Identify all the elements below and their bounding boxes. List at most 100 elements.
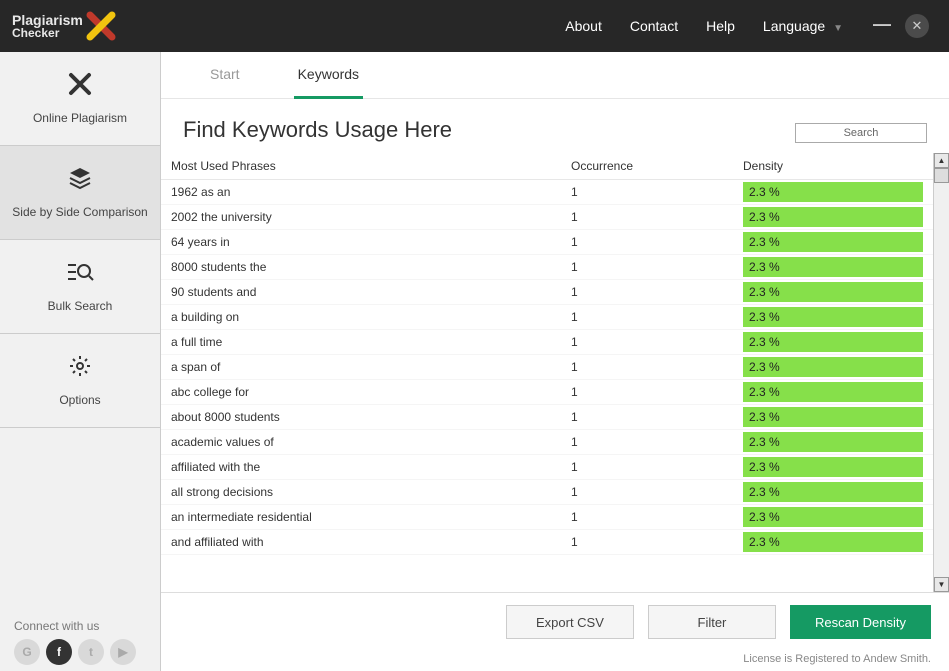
export-csv-button[interactable]: Export CSV [506,605,634,639]
connect-block: Connect with us G f t ▶ [0,611,160,671]
sidebar: Online Plagiarism Side by Side Compariso… [0,52,161,671]
cell-density: 2.3 % [743,357,923,377]
rescan-density-button[interactable]: Rescan Density [790,605,931,639]
table-row[interactable]: all strong decisions12.3 % [161,480,933,505]
facebook-icon[interactable]: f [46,639,72,665]
table-row[interactable]: affiliated with the12.3 % [161,455,933,480]
tabs: Start Keywords [161,52,949,99]
cell-occurrence: 1 [571,460,743,474]
sidebar-item-side-by-side[interactable]: Side by Side Comparison [0,146,160,240]
menu-contact[interactable]: Contact [630,18,678,34]
close-button[interactable]: ✕ [905,14,929,38]
table-row[interactable]: 8000 students the12.3 % [161,255,933,280]
column-header-occurrence[interactable]: Occurrence [571,159,743,173]
cell-density: 2.3 % [743,507,923,527]
cell-phrase: a building on [171,310,571,324]
scroll-down-button[interactable]: ▼ [934,577,949,592]
table-row[interactable]: academic values of12.3 % [161,430,933,455]
cell-phrase: affiliated with the [171,460,571,474]
cell-occurrence: 1 [571,410,743,424]
table-row[interactable]: 2002 the university12.3 % [161,205,933,230]
table-row[interactable]: and affiliated with12.3 % [161,530,933,555]
scroll-track[interactable] [934,168,949,577]
youtube-icon[interactable]: ▶ [110,639,136,665]
sidebar-item-label: Bulk Search [48,299,113,313]
search-list-icon [66,260,94,291]
cell-density: 2.3 % [743,457,923,477]
scroll-up-button[interactable]: ▲ [934,153,949,168]
column-header-density[interactable]: Density [743,159,923,173]
cell-phrase: and affiliated with [171,535,571,549]
cell-phrase: about 8000 students [171,410,571,424]
cell-phrase: 8000 students the [171,260,571,274]
minimize-button[interactable]: — [873,14,891,35]
app-logo: Plagiarism Checker [12,11,116,41]
chevron-down-icon: ▼ [833,23,843,34]
table-row[interactable]: abc college for12.3 % [161,380,933,405]
twitter-icon[interactable]: t [78,639,104,665]
menu-help[interactable]: Help [706,18,735,34]
cell-phrase: 90 students and [171,285,571,299]
cell-density: 2.3 % [743,257,923,277]
keywords-table: Most Used Phrases Occurrence Density 196… [161,153,933,592]
cell-occurrence: 1 [571,260,743,274]
menu-about[interactable]: About [565,18,602,34]
cell-density: 2.3 % [743,382,923,402]
cell-occurrence: 1 [571,435,743,449]
cell-occurrence: 1 [571,485,743,499]
cell-occurrence: 1 [571,385,743,399]
google-plus-icon[interactable]: G [14,639,40,665]
cell-occurrence: 1 [571,210,743,224]
table-row[interactable]: a span of12.3 % [161,355,933,380]
page-title: Find Keywords Usage Here [183,117,795,143]
license-status: License is Registered to Andew Smith. [179,653,931,665]
tab-start[interactable]: Start [206,66,244,99]
cell-phrase: 64 years in [171,235,571,249]
filter-button[interactable]: Filter [648,605,776,639]
table-row[interactable]: a full time12.3 % [161,330,933,355]
logo-text-1: Plagiarism [12,13,83,27]
cell-occurrence: 1 [571,185,743,199]
cell-occurrence: 1 [571,360,743,374]
gear-icon [68,354,92,385]
sidebar-item-options[interactable]: Options [0,334,160,428]
logo-x-icon [86,11,116,41]
logo-text-2: Checker [12,27,83,39]
x-icon [68,72,92,103]
layers-icon [68,166,92,197]
table-row[interactable]: a building on12.3 % [161,305,933,330]
cell-phrase: a span of [171,360,571,374]
scroll-thumb[interactable] [934,168,949,183]
sidebar-item-bulk-search[interactable]: Bulk Search [0,240,160,334]
cell-density: 2.3 % [743,482,923,502]
cell-phrase: academic values of [171,435,571,449]
cell-density: 2.3 % [743,232,923,252]
column-header-phrase[interactable]: Most Used Phrases [171,159,571,173]
cell-occurrence: 1 [571,285,743,299]
tab-keywords[interactable]: Keywords [294,66,363,99]
cell-density: 2.3 % [743,207,923,227]
cell-density: 2.3 % [743,332,923,352]
table-row[interactable]: about 8000 students12.3 % [161,405,933,430]
vertical-scrollbar[interactable]: ▲ ▼ [933,153,949,592]
cell-density: 2.3 % [743,432,923,452]
cell-phrase: 2002 the university [171,210,571,224]
cell-density: 2.3 % [743,307,923,327]
cell-density: 2.3 % [743,182,923,202]
table-row[interactable]: 90 students and12.3 % [161,280,933,305]
cell-phrase: all strong decisions [171,485,571,499]
sidebar-item-online-plagiarism[interactable]: Online Plagiarism [0,52,160,146]
cell-occurrence: 1 [571,535,743,549]
table-row[interactable]: 64 years in12.3 % [161,230,933,255]
cell-occurrence: 1 [571,310,743,324]
sidebar-item-label: Online Plagiarism [33,111,127,125]
cell-phrase: a full time [171,335,571,349]
cell-occurrence: 1 [571,235,743,249]
table-row[interactable]: an intermediate residential12.3 % [161,505,933,530]
sidebar-item-label: Side by Side Comparison [12,205,147,219]
table-row[interactable]: 1962 as an12.3 % [161,180,933,205]
menu-language[interactable]: Language ▼ [763,18,843,34]
search-input[interactable]: Search [795,123,927,143]
menu-language-label: Language [763,18,825,34]
connect-label: Connect with us [10,619,150,633]
